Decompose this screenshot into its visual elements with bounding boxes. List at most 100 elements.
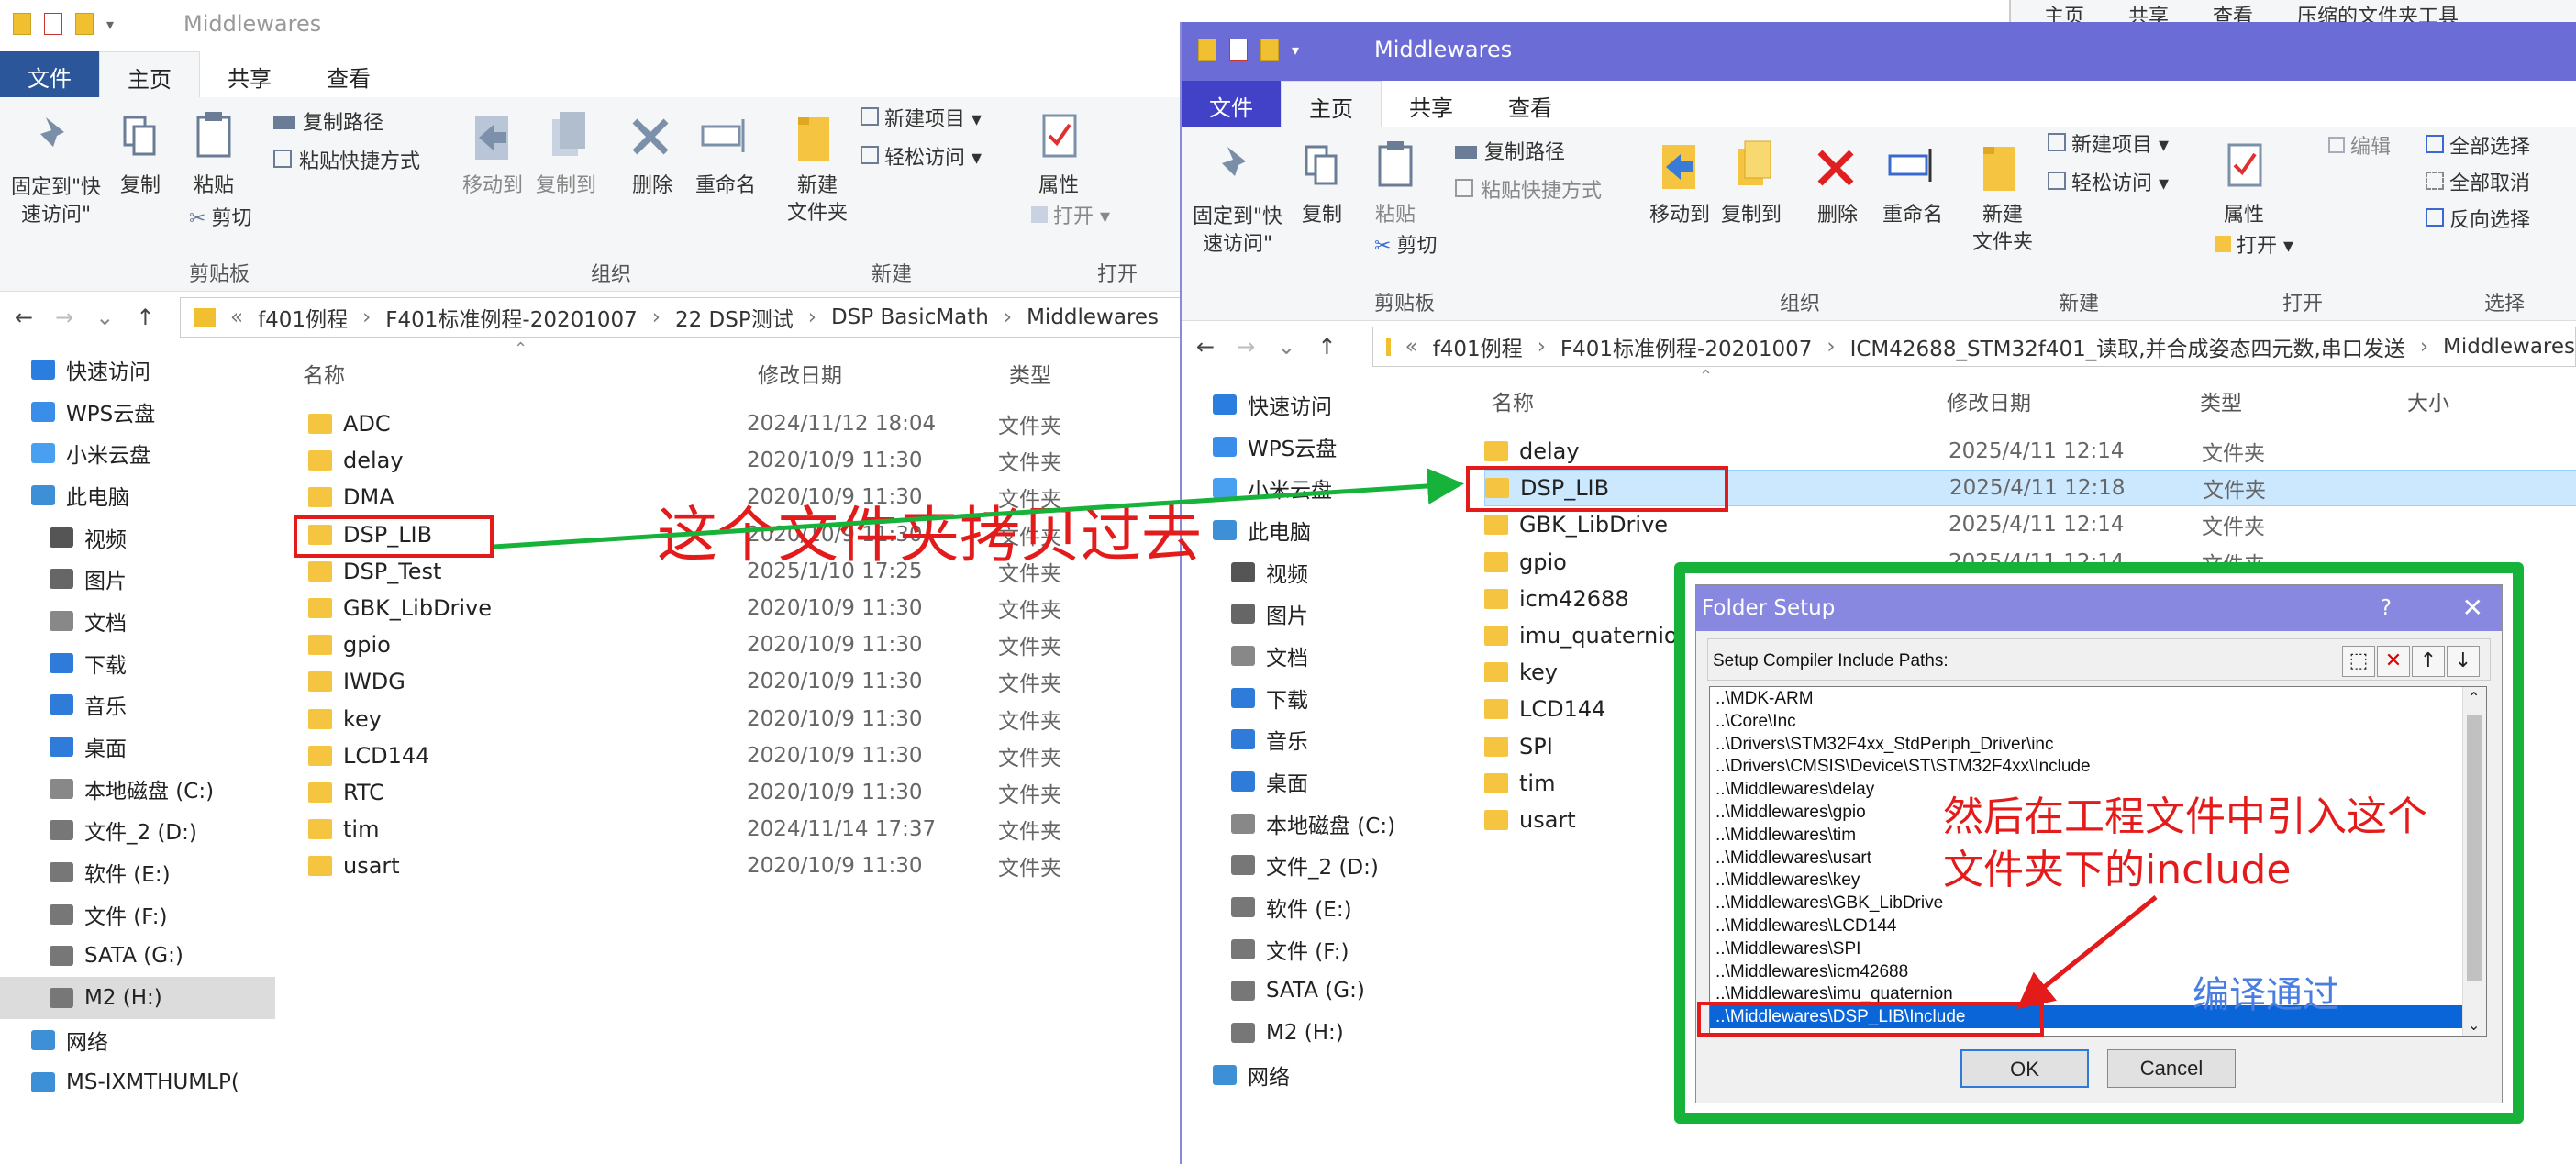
breadcrumb-item[interactable]: f401例程	[1433, 331, 1523, 362]
move-down-icon[interactable]: ↓	[2447, 646, 2480, 677]
ok-button[interactable]: OK	[1960, 1049, 2089, 1088]
tab-file[interactable]: 文件	[1182, 81, 1281, 127]
breadcrumb[interactable]: « f401例程 › F401标准例程-20201007 › 22 DSP测试 › D…	[180, 297, 1183, 338]
nav-item[interactable]: 快速访问	[0, 349, 275, 391]
nav-item[interactable]: 桌面	[0, 726, 275, 768]
nav-item[interactable]: 下载	[0, 642, 275, 684]
new-folder-icon[interactable]	[1260, 39, 1279, 61]
include-path-item[interactable]: ..\Middlewares\icm42688	[1710, 960, 2462, 983]
properties-check-icon[interactable]	[44, 13, 62, 35]
column-header-name[interactable]: 名称	[1492, 385, 1534, 416]
properties-check-icon[interactable]	[1229, 39, 1248, 61]
copy-path-button[interactable]: 复制路径	[1455, 139, 1565, 167]
column-header-date[interactable]: 修改日期	[758, 358, 842, 389]
copy-path-button[interactable]: 复制路径	[273, 110, 383, 138]
forward-arrow-icon[interactable]: →	[1237, 334, 1255, 360]
copy-to-button[interactable]: 复制到	[532, 172, 600, 200]
invert-selection-button[interactable]: 反向选择	[2426, 207, 2530, 235]
select-none-button[interactable]: 全部取消	[2426, 171, 2530, 198]
scroll-up-icon[interactable]: ⌃	[2468, 689, 2480, 706]
new-folder-button[interactable]: 新建 文件夹	[785, 172, 849, 227]
help-icon[interactable]: ?	[2381, 585, 2392, 631]
tab-share[interactable]: 共享	[200, 51, 299, 97]
chevron-down-icon[interactable]: ▾	[1292, 41, 1299, 59]
nav-item[interactable]: 小米云盘	[1182, 467, 1457, 509]
nav-item[interactable]: SATA (G:)	[1182, 970, 1457, 1013]
folder-icon[interactable]	[13, 13, 31, 35]
file-row[interactable]: usart 2020/10/9 11:30 文件夹	[308, 848, 1134, 884]
file-row[interactable]: gpio 2020/10/9 11:30 文件夹	[308, 626, 1134, 663]
scrollbar[interactable]: ⌃ ⌄	[2462, 687, 2486, 1036]
scroll-down-icon[interactable]: ⌄	[2468, 1016, 2480, 1034]
delete-button[interactable]: 删除	[1815, 202, 1860, 229]
nav-item[interactable]: M2 (H:)	[1182, 1012, 1457, 1054]
select-all-button[interactable]: 全部选择	[2426, 134, 2530, 161]
breadcrumb-item[interactable]: Middlewares	[1027, 305, 1159, 329]
properties-button[interactable]: 属性	[1031, 172, 1086, 200]
nav-item[interactable]: 音乐	[1182, 719, 1457, 761]
breadcrumb-item[interactable]: ICM42688_STM32f401_读取,并合成姿态四元数,串口发送	[1850, 331, 2405, 362]
breadcrumb-item[interactable]: f401例程	[258, 302, 348, 333]
back-arrow-icon[interactable]: ←	[15, 305, 33, 330]
breadcrumb-item[interactable]: F401标准例程-20201007	[385, 302, 638, 333]
delete-button[interactable]: 删除	[629, 172, 675, 200]
close-icon[interactable]: ✕	[2462, 585, 2483, 631]
nav-item[interactable]: 本地磁盘 (C:)	[0, 768, 275, 810]
pin-quick-access-button[interactable]: 固定到"快 速访问"	[6, 174, 106, 229]
nav-item[interactable]: 图片	[1182, 593, 1457, 635]
cut-button[interactable]: ✂ 剪切	[1374, 233, 1437, 261]
breadcrumb-item[interactable]: Middlewares	[2443, 335, 2575, 359]
nav-item[interactable]: 音乐	[0, 684, 275, 726]
move-up-icon[interactable]: ↑	[2412, 646, 2445, 677]
nav-item[interactable]: 文件_2 (D:)	[0, 810, 275, 852]
nav-item[interactable]: 图片	[0, 558, 275, 600]
move-to-button[interactable]: 移动到	[459, 172, 527, 200]
paste-shortcut-button[interactable]: 粘贴快捷方式	[273, 149, 420, 176]
file-row[interactable]: ADC 2024/11/12 18:04 文件夹	[308, 405, 1134, 442]
nav-item[interactable]: 桌面	[1182, 760, 1457, 803]
include-path-item[interactable]: ..\Core\Inc	[1710, 710, 2462, 733]
column-header-size[interactable]: 大小	[2407, 385, 2449, 416]
easy-access-button[interactable]: 轻松访问 ▾	[861, 145, 982, 172]
edit-button[interactable]: 编辑	[2328, 134, 2391, 161]
new-item-button[interactable]: 新建项目 ▾	[861, 106, 982, 134]
new-path-icon[interactable]: ⬚	[2342, 646, 2375, 677]
scrollbar-thumb[interactable]	[2467, 715, 2482, 981]
file-row[interactable]: LCD144 2020/10/9 11:30 文件夹	[308, 737, 1134, 774]
column-header-type[interactable]: 类型	[1009, 358, 1051, 389]
file-row[interactable]: key 2020/10/9 11:30 文件夹	[308, 701, 1134, 737]
tab-view[interactable]: 查看	[299, 51, 398, 97]
include-path-item[interactable]: ..\Middlewares\LCD144	[1710, 915, 2462, 937]
tab-file[interactable]: 文件	[0, 51, 99, 97]
move-to-button[interactable]: 移动到	[1646, 202, 1714, 229]
file-row[interactable]: delay 2025/4/11 12:14 文件夹	[1484, 433, 2576, 470]
new-folder-button[interactable]: 新建 文件夹	[1971, 202, 2035, 257]
paste-shortcut-button[interactable]: 粘贴快捷方式	[1455, 178, 1602, 205]
file-row[interactable]: RTC 2020/10/9 11:30 文件夹	[308, 774, 1134, 811]
rename-button[interactable]: 重命名	[1879, 202, 1947, 229]
file-row[interactable]: IWDG 2020/10/9 11:30 文件夹	[308, 663, 1134, 700]
file-row[interactable]: tim 2024/11/14 17:37 文件夹	[308, 811, 1134, 848]
nav-item[interactable]: 视频	[0, 516, 275, 559]
overflow-chevron-icon[interactable]: «	[230, 305, 243, 329]
include-path-item[interactable]: ..\Middlewares\SPI	[1710, 937, 2462, 960]
up-arrow-icon[interactable]: ↑	[136, 305, 154, 330]
nav-item[interactable]: 此电脑	[0, 474, 275, 516]
copy-button[interactable]: 复制	[1299, 202, 1345, 229]
include-path-item[interactable]: ..\Drivers\CMSIS\Device\ST\STM32F4xx\Inc…	[1710, 755, 2462, 778]
new-folder-icon[interactable]	[75, 13, 94, 35]
paste-button[interactable]: 粘贴	[191, 172, 237, 200]
nav-item[interactable]: 此电脑	[1182, 509, 1457, 551]
folder-icon[interactable]	[1198, 39, 1216, 61]
nav-item[interactable]: WPS云盘	[0, 391, 275, 433]
nav-item[interactable]: 本地磁盘 (C:)	[1182, 803, 1457, 845]
paste-button[interactable]: 粘贴	[1372, 202, 1418, 229]
recent-chevron-icon[interactable]: ⌄	[95, 305, 114, 330]
properties-button[interactable]: 属性	[2216, 202, 2271, 229]
nav-item[interactable]: 软件 (E:)	[0, 851, 275, 893]
column-header-type[interactable]: 类型	[2200, 385, 2242, 416]
nav-item[interactable]: 网络	[0, 1019, 275, 1061]
new-item-button[interactable]: 新建项目 ▾	[2048, 132, 2169, 160]
pin-quick-access-button[interactable]: 固定到"快 速访问"	[1187, 204, 1288, 259]
nav-item[interactable]: 文件_2 (D:)	[1182, 845, 1457, 887]
